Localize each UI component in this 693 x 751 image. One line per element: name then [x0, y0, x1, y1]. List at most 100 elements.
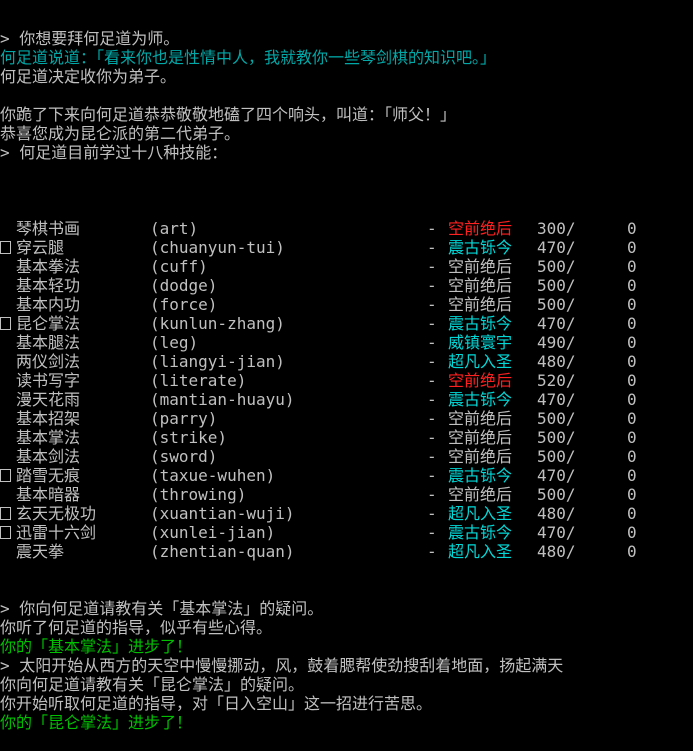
skill-id: (zhentian-quan) — [150, 542, 295, 561]
skill-points: 0 — [627, 485, 637, 504]
log-line: > 太阳开始从西方的天空中慢慢挪动，风，鼓着腮帮使劲搜刮着地面，扬起满天 — [0, 656, 564, 675]
skill-marker — [0, 276, 16, 296]
log-line: > 你想要拜何足道为师。 — [0, 29, 180, 48]
skill-level: 500/ — [537, 295, 576, 314]
skill-row: 琴棋书画 (art) - 空前绝后 300/0 — [0, 219, 693, 238]
skill-marker — [0, 485, 16, 505]
skill-name: 基本拳法 — [16, 257, 81, 276]
skill-id: (sword) — [150, 447, 218, 466]
checkbox-icon — [0, 317, 11, 330]
skill-row: 基本内功 (force) - 空前绝后 500/0 — [0, 295, 693, 314]
skill-level: 500/ — [537, 276, 576, 295]
skill-id: (cuff) — [150, 257, 208, 276]
log-line: 你开始听取何足道的指导，对「日入空山」这一招进行苦思。 — [0, 694, 433, 713]
skill-name: 穿云腿 — [16, 238, 65, 257]
log-line: 你向何足道请教有关「昆仑掌法」的疑问。 — [0, 675, 305, 694]
log-line: 恭喜您成为昆仑派的第二代弟子。 — [0, 124, 241, 143]
skill-points: 0 — [627, 523, 637, 542]
skill-dash: - — [427, 542, 437, 561]
skill-dash: - — [427, 390, 437, 409]
log-line: > 你向何足道请教有关「基本掌法」的疑问。 — [0, 599, 324, 618]
skill-points: 0 — [627, 333, 637, 352]
skill-level: 470/ — [537, 466, 576, 485]
skill-id: (chuanyun-tui) — [150, 238, 285, 257]
skill-id: (leg) — [150, 333, 199, 352]
skill-row: 读书写字 (literate) - 空前绝后 520/0 — [0, 371, 693, 390]
skill-marker — [0, 314, 16, 334]
skill-row: 踏雪无痕 (taxue-wuhen) - 震古铄今 470/0 — [0, 466, 693, 485]
skill-level: 520/ — [537, 371, 576, 390]
skill-row: 迅雷十六剑 (xunlei-jian) - 震古铄今 470/0 — [0, 523, 693, 542]
skill-row: 基本暗器 (throwing) - 空前绝后 500/0 — [0, 485, 693, 504]
log-line: 你的「基本掌法」进步了！ — [0, 637, 193, 656]
skill-points: 0 — [627, 257, 637, 276]
skill-dash: - — [427, 352, 437, 371]
skill-id: (xunlei-jian) — [150, 523, 276, 542]
skill-id: (strike) — [150, 428, 228, 447]
skill-dash: - — [427, 333, 437, 352]
skill-level: 500/ — [537, 485, 576, 504]
skill-rank: 震古铄今 — [448, 238, 513, 257]
skill-row: 基本招架 (parry) - 空前绝后 500/0 — [0, 409, 693, 428]
skill-level: 470/ — [537, 238, 576, 257]
skill-marker — [0, 447, 16, 467]
skill-id: (kunlun-zhang) — [150, 314, 285, 333]
skill-points: 0 — [627, 276, 637, 295]
skill-id: (parry) — [150, 409, 218, 428]
skill-row: 基本拳法 (cuff) - 空前绝后 500/0 — [0, 257, 693, 276]
skill-id: (literate) — [150, 371, 247, 390]
skill-id: (xuantian-wuji) — [150, 504, 295, 523]
skill-dash: - — [427, 314, 437, 333]
skill-dash: - — [427, 276, 437, 295]
skill-name: 踏雪无痕 — [16, 466, 81, 485]
skill-dash: - — [427, 257, 437, 276]
skill-rank: 空前绝后 — [448, 485, 513, 504]
skill-row: 震天拳 (zhentian-quan) - 超凡入圣 480/0 — [0, 542, 693, 561]
skill-level: 500/ — [537, 447, 576, 466]
skill-name: 基本暗器 — [16, 485, 81, 504]
skill-name: 基本腿法 — [16, 333, 81, 352]
skill-rank: 震古铄今 — [448, 390, 513, 409]
skill-level: 470/ — [537, 390, 576, 409]
log-line: 何足道决定收你为弟子。 — [0, 67, 177, 86]
skill-dash: - — [427, 295, 437, 314]
skill-level: 490/ — [537, 333, 576, 352]
skill-row: 穿云腿 (chuanyun-tui) - 震古铄今 470/0 — [0, 238, 693, 257]
skill-level: 470/ — [537, 523, 576, 542]
checkbox-icon — [0, 526, 11, 539]
skill-marker — [0, 523, 16, 543]
skill-name: 基本剑法 — [16, 447, 81, 466]
skill-points: 0 — [627, 390, 637, 409]
log-bottom: > 你向何足道请教有关「基本掌法」的疑问。 你听了何足道的指导，似乎有些心得。 你的… — [0, 599, 693, 732]
skill-name: 迅雷十六剑 — [16, 523, 97, 542]
skill-points: 0 — [627, 238, 637, 257]
skill-rank: 空前绝后 — [448, 295, 513, 314]
log-top: > 你想要拜何足道为师。 何足道说道：「看来你也是性情中人，我就教你一些琴剑棋的知… — [0, 29, 693, 181]
skill-name: 震天拳 — [16, 542, 65, 561]
skill-marker — [0, 352, 16, 372]
skill-rank: 空前绝后 — [448, 219, 513, 238]
checkbox-icon — [0, 241, 11, 254]
skill-marker — [0, 238, 16, 258]
skill-points: 0 — [627, 428, 637, 447]
skill-marker — [0, 219, 16, 239]
skill-id: (throwing) — [150, 485, 247, 504]
skill-id: (force) — [150, 295, 218, 314]
skill-name: 基本掌法 — [16, 428, 81, 447]
log-line: 你的「昆仑掌法」进步了！ — [0, 713, 193, 732]
skill-level: 480/ — [537, 542, 576, 561]
skill-id: (dodge) — [150, 276, 218, 295]
skill-row: 基本剑法 (sword) - 空前绝后 500/0 — [0, 447, 693, 466]
skill-row: 玄天无极功 (xuantian-wuji) - 超凡入圣 480/0 — [0, 504, 693, 523]
skill-level: 480/ — [537, 352, 576, 371]
log-line: > 何足道目前学过十八种技能： — [0, 143, 228, 162]
terminal-output: > 你想要拜何足道为师。 何足道说道：「看来你也是性情中人，我就教你一些琴剑棋的知… — [0, 0, 693, 751]
skill-rank: 震古铄今 — [448, 314, 513, 333]
skill-dash: - — [427, 238, 437, 257]
skill-marker — [0, 333, 16, 353]
skill-points: 0 — [627, 447, 637, 466]
skill-rank: 震古铄今 — [448, 466, 513, 485]
skill-table: 琴棋书画 (art) - 空前绝后 300/0 穿云腿 (chuanyun-tui) - 震古铄… — [0, 219, 693, 561]
